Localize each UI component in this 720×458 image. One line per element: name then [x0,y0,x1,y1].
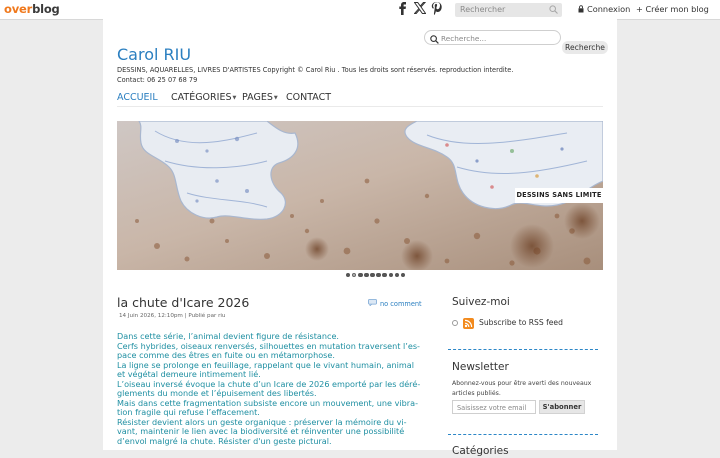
comments-link[interactable]: no comment [368,299,422,309]
blog-page: Recherche... Recherche Carol RIU DESSINS… [103,19,617,457]
article-paragraph: Mais dans cette fragmentation subsiste e… [117,397,418,417]
categories-heading: Catégories [452,445,509,457]
newsletter-text: Abonnez-vous pour être averti des nouvea… [452,380,592,397]
x-twitter-icon[interactable] [414,2,426,14]
logo-part-blog: blog [32,2,60,16]
caret-down-icon: ▼ [232,95,237,101]
slider-dot[interactable] [382,273,387,278]
sidebar-divider [448,349,598,350]
lock-icon [578,5,584,16]
nav-label: PAGES [242,92,273,103]
nav-item-pages[interactable]: PAGES▼ [242,92,278,104]
rss-label: Subscribe to RSS feed [479,318,563,327]
subscribe-button[interactable]: S'abonner [539,400,585,414]
nav-label: ACCUEIL [117,92,158,103]
nav-item-accueil[interactable]: ACCUEIL [117,92,158,104]
blog-search-placeholder: Recherche... [441,34,487,43]
blog-title[interactable]: Carol RIU [117,45,191,65]
slide-caption[interactable]: DESSINS SANS LIMITE [515,188,603,203]
slider-dot[interactable] [346,273,351,278]
article-paragraph: L’oiseau inversé évoque la chute d’un Ic… [117,378,421,398]
slider-dot[interactable] [388,273,393,278]
blog-search-input[interactable]: Recherche... [424,30,561,45]
nav-item-categories[interactable]: CATÉGORIES▼ [171,92,236,104]
slider-dot[interactable] [358,273,363,278]
overblog-topbar: overblog Rechercher Connexion + Créer mo… [0,0,720,20]
follow-heading: Suivez-moi [452,296,510,308]
bullet-icon [452,320,458,326]
login-label: Connexion [587,4,631,14]
article-paragraph: Cerfs hybrides, oiseaux renversés, silho… [117,340,420,360]
slider-dot[interactable] [400,273,406,278]
slider-dot-active[interactable] [352,273,357,278]
article-meta: 14 Juin 2026, 12:10pm | Publié par riu [119,313,226,319]
rss-subscribe-link[interactable]: Subscribe to RSS feed [452,317,563,329]
search-button[interactable]: Recherche [562,41,608,54]
overblog-search-placeholder: Rechercher [460,5,506,14]
article-title[interactable]: la chute d'Icare 2026 [117,295,249,311]
overblog-search-input[interactable]: Rechercher [455,3,562,17]
facebook-icon[interactable] [398,2,407,15]
nav-label: CATÉGORIES [171,92,232,103]
article-paragraph: Résister devient alors un geste organiqu… [117,416,407,446]
search-icon[interactable] [549,5,558,19]
newsletter-heading: Newsletter [452,361,509,373]
slider-dot[interactable] [370,273,375,278]
search-icon [430,34,439,49]
nav-label: CONTACT [286,92,332,103]
email-field[interactable]: Saisissez votre email [452,400,536,414]
article-body: Dans cette série, l’animal devient figur… [117,331,422,446]
slider-dot[interactable] [394,273,400,278]
blog-description: DESSINS, AQUARELLES, LIVRES D'ARTISTES C… [117,66,514,84]
overblog-logo[interactable]: overblog [4,2,60,17]
logo-part-over: over [4,2,33,16]
caret-down-icon: ▼ [273,95,278,101]
comment-icon [368,299,377,309]
sidebar-divider [448,434,598,435]
slider-dot[interactable] [364,273,369,278]
login-link[interactable]: Connexion [578,4,630,16]
nav-item-contact[interactable]: CONTACT [286,92,331,104]
comments-label: no comment [380,300,422,308]
slider-dot[interactable] [376,273,381,278]
main-nav: ACCUEIL CATÉGORIES▼ PAGES▼ CONTACT [117,90,603,107]
pinterest-icon[interactable] [431,2,442,15]
slider-dots [346,273,406,278]
create-blog-link[interactable]: + Créer mon blog [636,4,709,15]
rss-icon [463,317,474,329]
article-paragraph: La ligne se prolonge en feuillage, rappe… [117,359,414,379]
